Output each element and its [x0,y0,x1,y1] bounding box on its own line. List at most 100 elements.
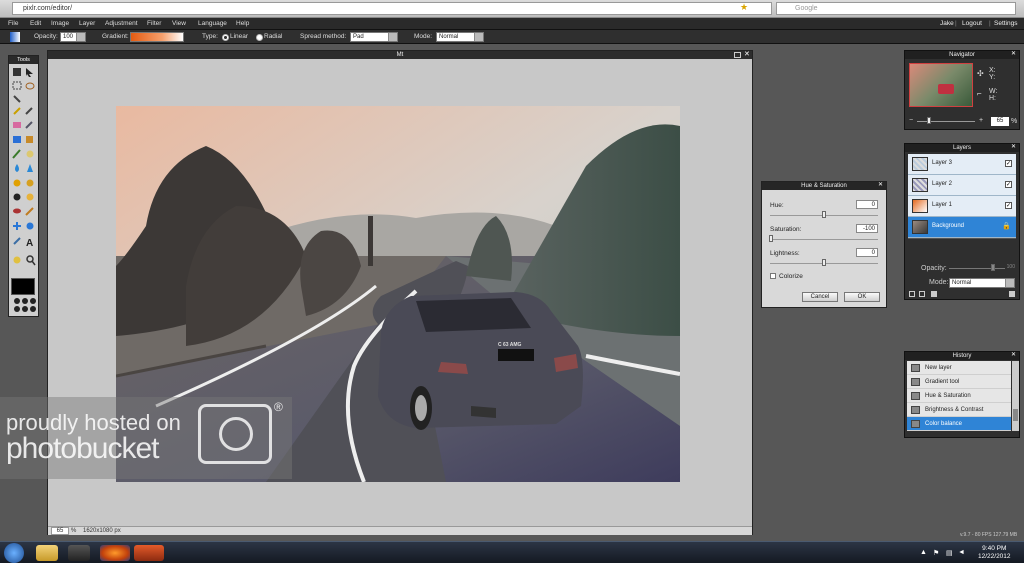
layer-thumbnail [912,199,928,213]
zoom-input[interactable]: 65 [51,527,69,535]
volume-icon[interactable]: ◄ [958,549,965,556]
bookmark-star-icon[interactable]: ★ [740,2,748,13]
menu-view[interactable]: View [172,18,186,30]
search-box[interactable]: Google [776,2,1016,15]
cancel-button[interactable]: Cancel [802,292,838,302]
lightness-slider-knob[interactable] [822,259,826,266]
palette-dot-icon[interactable] [30,306,36,312]
mode-select[interactable]: Normal [436,32,484,42]
zoom-out-icon[interactable]: − [909,117,913,124]
history-item[interactable]: Gradient tool [907,375,1011,389]
tray-up-icon[interactable]: ▲ [920,549,927,556]
history-item[interactable]: Brightness & Contrast [907,403,1011,417]
close-icon[interactable]: ✕ [1010,51,1017,58]
history-item[interactable]: New layer [907,361,1011,375]
new-layer-icon[interactable] [931,291,937,297]
delete-layer-icon[interactable] [1009,291,1015,297]
start-button-icon[interactable] [4,543,24,563]
layer-row-selected[interactable]: Background 🔒 [908,217,1016,238]
taskbar-clock[interactable]: 9:40 PM 12/22/2012 [978,545,1011,561]
layer-mode-label: Mode: [929,279,949,286]
user-name[interactable]: Jake [940,18,954,30]
zoom-in-icon[interactable]: + [979,117,983,124]
zoom-slider-knob[interactable] [927,117,931,124]
close-icon[interactable]: ✕ [1010,352,1017,359]
network-icon[interactable]: ▤ [946,549,953,557]
windows-taskbar: ▲ ⚑ ▤ ◄ 9:40 PM 12/22/2012 [0,541,1024,563]
palette-dot-icon[interactable] [14,306,20,312]
palette-dot-icon[interactable] [14,298,20,304]
tool-icons[interactable]: A [11,66,37,276]
menu-adjustment[interactable]: Adjustment [105,18,138,30]
layer-row[interactable]: Layer 3 ✓ [908,154,1016,175]
type-linear-radio[interactable] [222,34,229,41]
hue-slider-knob[interactable] [822,211,826,218]
layer-opacity-value[interactable]: 100 [995,264,1015,272]
saturation-slider-track[interactable] [770,239,878,240]
ok-button[interactable]: OK [844,292,880,302]
history-scrollbar[interactable] [1012,361,1019,431]
zoom-slider-track[interactable] [917,121,975,122]
palette-dot-icon[interactable] [22,306,28,312]
close-icon[interactable]: ✕ [1010,144,1017,151]
dialog-title: Hue & Saturation ✕ [762,182,886,190]
layer-style-icon[interactable] [919,291,925,297]
navigator-panel: Navigator ✕ ✣ X: Y: ⌐ W: H: − + 65 % [904,50,1020,130]
layer-mode-select[interactable]: Normal [949,278,1015,288]
saturation-label: Saturation: [770,226,802,233]
palette-dot-icon[interactable] [22,298,28,304]
saturation-input[interactable]: -100 [856,224,878,233]
palette-dot-icon[interactable] [30,298,36,304]
logout-link[interactable]: Logout [962,18,982,30]
maximize-icon[interactable] [734,52,741,58]
media-player-icon[interactable] [68,545,90,561]
photo-app-icon[interactable] [134,545,164,561]
address-bar[interactable]: pixlr.com/editor/ [12,2,772,15]
menu-file[interactable]: File [8,18,18,30]
navigator-title: Navigator ✕ [905,51,1019,59]
navigator-thumbnail[interactable] [909,63,973,107]
flag-icon[interactable]: ⚑ [933,549,939,557]
lock-icon[interactable]: 🔒 [1002,222,1011,230]
zoom-unit: % [71,528,77,534]
settings-link[interactable]: Settings [994,18,1018,30]
layer-thumbnail [912,178,928,192]
layer-folder-icon[interactable] [909,291,915,297]
foreground-color-swatch[interactable] [11,278,35,295]
opacity-select[interactable]: 100 [60,32,86,42]
menu-layer[interactable]: Layer [79,18,95,30]
menu-edit[interactable]: Edit [30,18,41,30]
layer-row[interactable]: Layer 1 ✓ [908,196,1016,217]
navigator-zoom-input[interactable]: 65 [991,117,1009,126]
menu-image[interactable]: Image [51,18,69,30]
type-radial-radio[interactable] [256,34,263,41]
menu-bar: File Edit Image Layer Adjustment Filter … [0,18,1024,30]
layer-visibility-checkbox[interactable]: ✓ [1005,202,1012,209]
history-item-selected[interactable]: Color balance [907,417,1011,431]
explorer-icon[interactable] [36,545,58,561]
firefox-icon[interactable] [100,545,130,561]
spread-select[interactable]: Pad [350,32,398,42]
menu-help[interactable]: Help [236,18,249,30]
layer-thumbnail [912,157,928,171]
lightness-input[interactable]: 0 [856,248,878,257]
mode-label: Mode: [414,33,433,40]
license-plate: C 63 AMG [498,342,522,348]
history-list: New layer Gradient tool Hue & Saturation… [907,361,1011,431]
car [378,292,583,430]
menu-filter[interactable]: Filter [147,18,161,30]
registered-mark: ® [274,400,283,414]
layer-row[interactable]: Layer 2 ✓ [908,175,1016,196]
gradient-swatch[interactable] [130,32,184,42]
close-icon[interactable]: ✕ [877,182,884,189]
hue-input[interactable]: 0 [856,200,878,209]
history-item[interactable]: Hue & Saturation [907,389,1011,403]
history-item-icon [911,378,920,386]
close-icon[interactable]: ✕ [744,51,750,59]
layer-visibility-checkbox[interactable]: ✓ [1005,181,1012,188]
colorize-checkbox[interactable] [770,273,776,279]
menu-language[interactable]: Language [198,18,227,30]
type-linear-label: Linear [230,33,249,40]
layer-visibility-checkbox[interactable]: ✓ [1005,160,1012,167]
saturation-slider-knob[interactable] [769,235,773,242]
